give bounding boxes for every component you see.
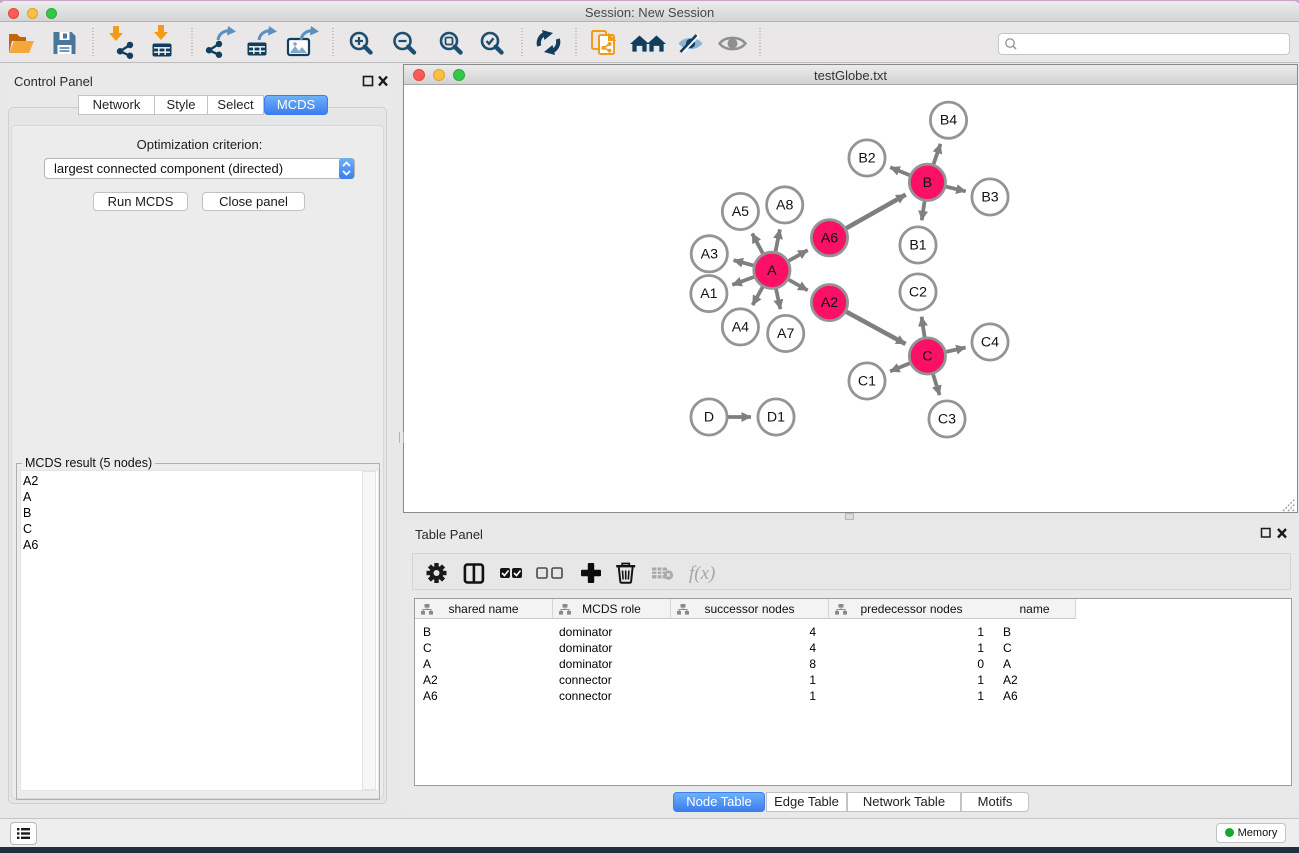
svg-text:C: C: [922, 349, 932, 365]
svg-text:A5: A5: [732, 204, 749, 220]
svg-text:D: D: [704, 410, 714, 426]
svg-text:A3: A3: [701, 246, 718, 262]
svg-text:C1: C1: [858, 374, 876, 390]
svg-text:B4: B4: [940, 113, 957, 129]
svg-text:A1: A1: [700, 286, 717, 302]
svg-text:B2: B2: [858, 151, 875, 167]
svg-text:A: A: [767, 263, 777, 279]
svg-text:C4: C4: [981, 335, 999, 351]
svg-text:B1: B1: [909, 238, 926, 254]
svg-text:C3: C3: [938, 412, 956, 428]
svg-text:A7: A7: [777, 326, 794, 342]
svg-text:f(x): f(x): [689, 563, 715, 584]
svg-text:A4: A4: [732, 319, 749, 335]
svg-text:B: B: [923, 175, 932, 191]
svg-text:B3: B3: [981, 190, 998, 206]
svg-text:A8: A8: [776, 197, 793, 213]
svg-text:C2: C2: [909, 285, 927, 301]
svg-text:A2: A2: [821, 295, 838, 311]
svg-text:D1: D1: [767, 410, 785, 426]
svg-text:A6: A6: [821, 230, 838, 246]
